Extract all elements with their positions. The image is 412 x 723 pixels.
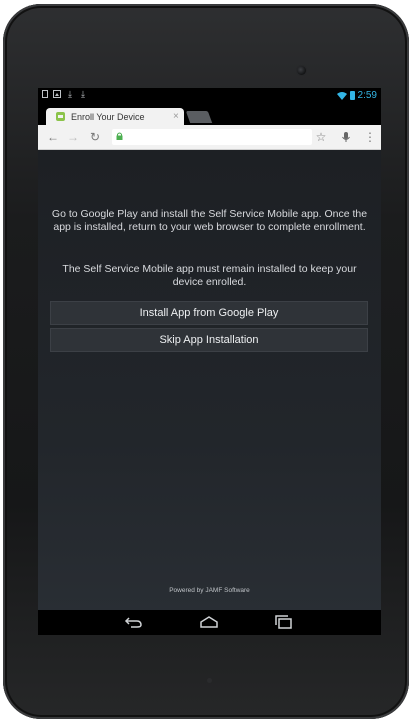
wifi-icon [336,92,347,100]
device-sensor [207,678,212,683]
download-icon: ⤓ [81,89,85,99]
phone-notification-icon [42,90,48,98]
device-screen: ⤓ ⤓ 2:59 Enroll Your Device × ← → ↻ ☆ ⋮ … [38,88,381,635]
keep-installed-note: The Self Service Mobile app must remain … [62,263,357,288]
back-icon[interactable]: ← [46,130,60,144]
address-bar[interactable] [112,129,312,145]
nav-back-icon[interactable] [122,614,144,630]
favicon-icon [56,112,65,121]
forward-icon[interactable]: → [66,130,80,144]
url-input[interactable] [128,130,308,144]
image-notification-icon [53,90,61,98]
install-app-button[interactable]: Install App from Google Play [50,301,368,325]
download-icon: ⤓ [68,89,72,99]
mic-icon[interactable] [339,130,353,144]
reload-icon[interactable]: ↻ [88,130,102,144]
tab-strip: Enroll Your Device × [38,103,381,125]
install-instructions: Go to Google Play and install the Self S… [51,208,368,233]
lock-icon [116,132,123,140]
front-camera [297,66,306,75]
nav-recents-icon[interactable] [273,614,295,630]
skip-installation-button[interactable]: Skip App Installation [50,328,368,352]
tab-close-icon[interactable]: × [173,111,179,122]
status-time: 2:59 [357,90,377,101]
notification-icons: ⤓ ⤓ [42,90,87,99]
enrollment-page: Go to Google Play and install the Self S… [38,150,381,635]
status-bar: ⤓ ⤓ 2:59 [38,88,381,103]
android-nav-bar [38,610,381,635]
powered-by-footer: Powered by JAMF Software [169,587,250,594]
new-tab-button[interactable] [185,111,213,123]
menu-icon[interactable]: ⋮ [363,130,377,144]
star-icon[interactable]: ☆ [314,130,328,144]
browser-tab[interactable]: Enroll Your Device × [46,108,184,125]
tab-title: Enroll Your Device [71,111,145,122]
browser-toolbar: ← → ↻ ☆ ⋮ [38,125,381,150]
battery-icon [349,91,355,100]
nav-home-icon[interactable] [198,614,220,630]
system-status: 2:59 [336,90,377,101]
